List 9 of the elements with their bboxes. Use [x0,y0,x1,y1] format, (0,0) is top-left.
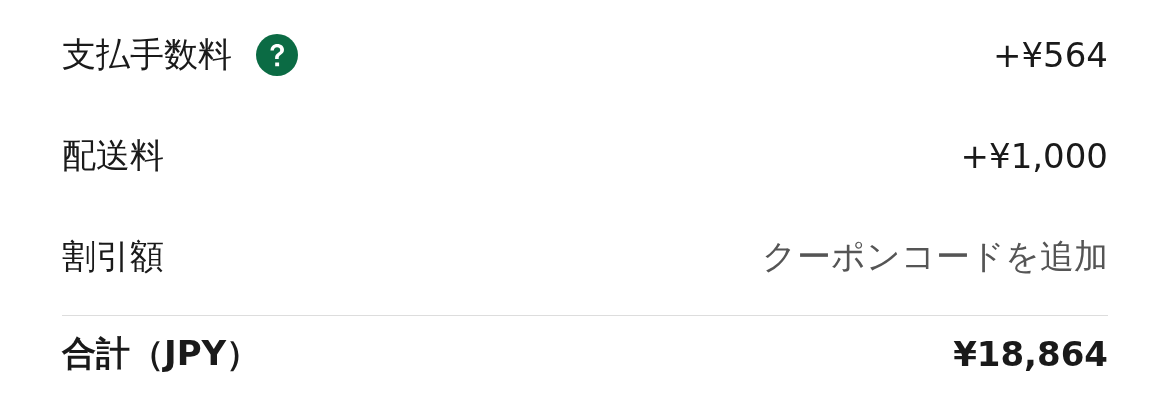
total-label: 合計（JPY） [62,332,261,375]
add-coupon-link[interactable]: クーポンコードを追加 [762,233,1108,280]
fee-amount: +¥1,000 [960,135,1108,176]
fee-amount: +¥564 [993,34,1108,75]
fee-label: 割引額 [62,234,164,278]
fee-label: 配送料 [62,133,164,177]
total-amount: ¥18,864 [953,334,1108,374]
fee-label: 支払手数料 [62,32,232,76]
help-icon[interactable] [256,33,298,76]
